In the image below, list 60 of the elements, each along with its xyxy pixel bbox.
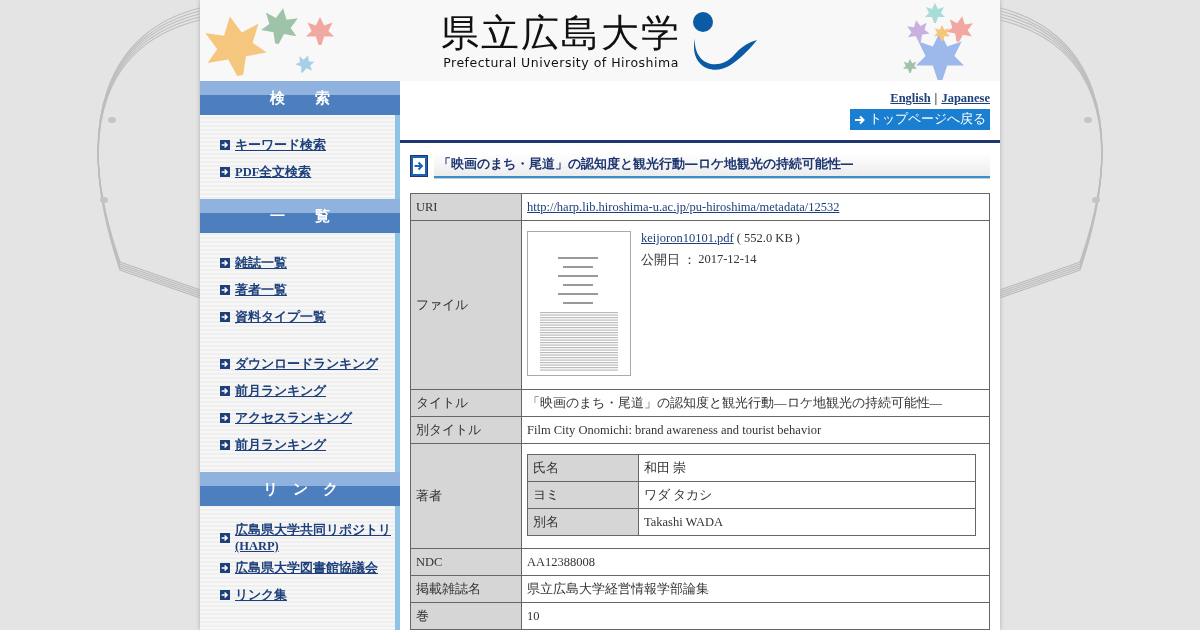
sidebar-link[interactable]: アクセスランキング: [235, 409, 352, 426]
arrow-icon: [220, 284, 230, 295]
arrow-icon: [220, 412, 230, 423]
sidebar-link[interactable]: 広島県大学共同リポジトリ (HARP): [235, 522, 395, 554]
author-field-label: 氏名: [527, 454, 639, 482]
sidebar-link[interactable]: ダウンロードランキング: [235, 355, 378, 372]
arrow-icon: [220, 358, 230, 369]
arrow-icon: [220, 311, 230, 322]
date-label: 公開日 ：: [641, 252, 697, 269]
separator: |: [934, 91, 938, 106]
field-value: AA12388008: [521, 548, 990, 576]
sidebar-link[interactable]: 広島県大学図書館協議会: [235, 559, 378, 576]
sidebar-heading: 検 索: [200, 81, 400, 115]
author-field-label: ヨミ: [527, 481, 639, 509]
sidebar-heading: リ ン ク: [200, 472, 400, 506]
page-title: 「映画のまち・尾道」の認知度と観光行動―ロケ地観光の持続可能性―: [434, 153, 990, 178]
field-label: 別タイトル: [410, 416, 522, 444]
sidebar-link[interactable]: 前月ランキング: [235, 382, 326, 399]
field-value: 10: [521, 602, 990, 630]
field-value: 「映画のまち・尾道」の認知度と観光行動―ロケ地観光の持続可能性―: [521, 389, 990, 417]
field-label: 著者: [410, 443, 522, 549]
publish-date: 2017-12-14: [698, 252, 757, 268]
back-to-top-button[interactable]: トップページへ戻る: [850, 109, 990, 130]
sidebar-link[interactable]: 資料タイプ一覧: [235, 308, 326, 325]
logo-subtitle: Prefectural University of Hiroshima: [443, 55, 679, 70]
sidebar-heading: 一 覧: [200, 199, 400, 233]
field-label: ファイル: [410, 220, 522, 390]
arrow-icon: [220, 139, 230, 150]
logo-title: 県立広島大学: [441, 11, 681, 55]
arrow-icon: [220, 562, 230, 573]
author-field-value: ワダ タカシ: [638, 481, 976, 509]
field-label: 巻: [410, 602, 522, 630]
field-label: URI: [410, 193, 522, 221]
sidebar-link[interactable]: 前月ランキング: [235, 436, 326, 453]
arrow-icon: [220, 589, 230, 600]
field-value: 県立広島大学経営情報学部論集: [521, 575, 990, 603]
sidebar-link[interactable]: 雑誌一覧: [235, 254, 287, 271]
language-link[interactable]: Japanese: [941, 91, 990, 106]
field-label: 掲載雑誌名: [410, 575, 522, 603]
arrow-icon: [220, 385, 230, 396]
author-field-label: 別名: [527, 508, 639, 536]
sidebar-link[interactable]: リンク集: [235, 586, 287, 603]
sidebar-link[interactable]: 著者一覧: [235, 281, 287, 298]
arrow-icon: [220, 533, 230, 543]
sidebar-link[interactable]: キーワード検索: [235, 136, 326, 153]
field-label: タイトル: [410, 389, 522, 417]
arrow-icon: [220, 166, 230, 177]
author-field-value: 和田 崇: [638, 454, 976, 482]
field-value: Film City Onomichi: brand awareness and tourist behavior: [521, 416, 990, 444]
arrow-icon: [220, 439, 230, 450]
document-thumbnail[interactable]: [527, 231, 631, 376]
file-link[interactable]: keijoron10101.pdf: [641, 231, 734, 245]
language-link[interactable]: English: [890, 91, 931, 106]
arrow-icon: [220, 257, 230, 268]
field-label: NDC: [410, 548, 522, 576]
arrow-icon: [410, 154, 428, 177]
author-field-value: Takashi WADA: [638, 508, 976, 536]
sidebar-link[interactable]: PDF全文検索: [235, 163, 312, 180]
file-size: ( 552.0 KB ): [736, 231, 801, 245]
arrow-icon: [854, 113, 866, 126]
